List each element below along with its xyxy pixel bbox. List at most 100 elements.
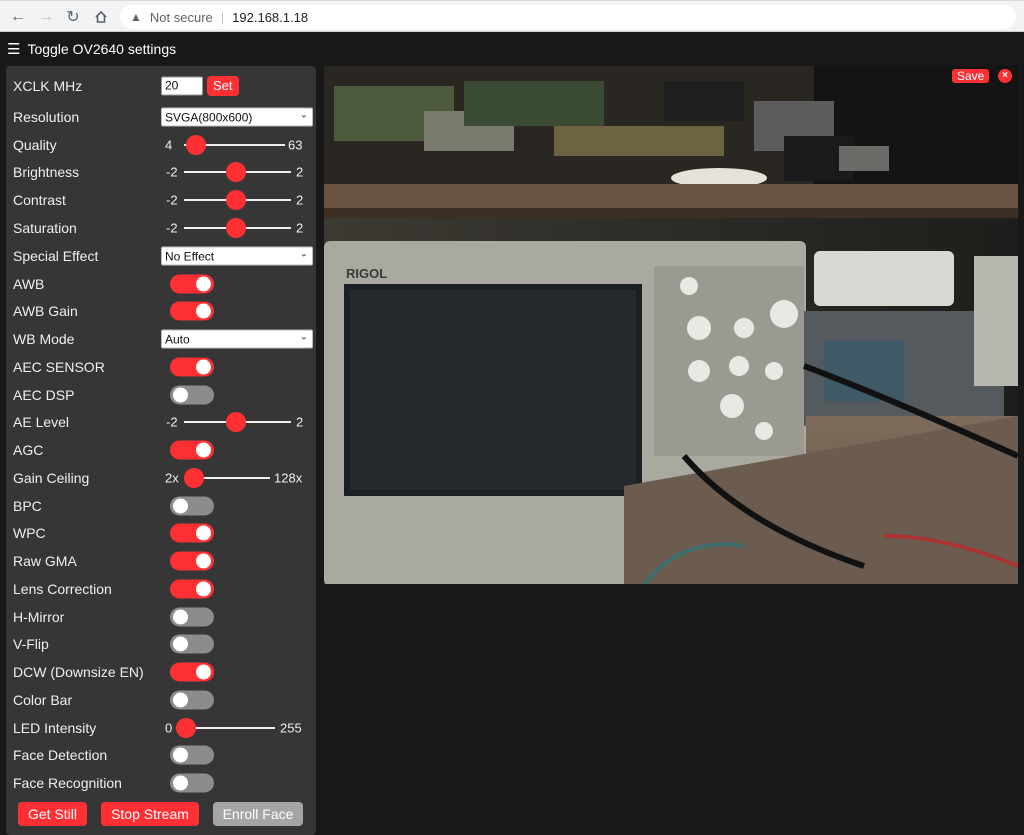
chevron-down-icon: ⌄: [299, 331, 308, 343]
save-button[interactable]: Save: [952, 69, 990, 83]
brightness-slider-thumb[interactable]: [226, 162, 246, 182]
xclk-label: XCLK MHz: [13, 78, 83, 94]
dcw-row: DCW (Downsize EN): [6, 658, 316, 686]
agc-row: AGC: [6, 436, 316, 464]
led-intensity-label: LED Intensity: [13, 720, 97, 736]
awb-gain-label: AWB Gain: [13, 303, 78, 319]
resolution-select[interactable]: SVGA(800x600) ⌄: [161, 107, 313, 127]
bpc-row: BPC: [6, 492, 316, 520]
v-flip-label: V-Flip: [13, 636, 49, 652]
quality-slider-thumb[interactable]: [186, 135, 206, 155]
gain-ceiling-slider-thumb[interactable]: [184, 468, 204, 488]
wpc-toggle[interactable]: [170, 523, 214, 543]
stop-stream-button[interactable]: Stop Stream: [101, 802, 199, 826]
toggle-knob: [173, 636, 188, 652]
brightness-min: -2: [166, 164, 178, 180]
face-recognition-row: Face Recognition: [6, 769, 316, 797]
aec-dsp-row: AEC DSP: [6, 381, 316, 409]
get-still-button[interactable]: Get Still: [18, 802, 87, 826]
toggle-knob: [173, 498, 188, 514]
dcw-toggle[interactable]: [170, 662, 214, 682]
toggle-knob: [196, 276, 211, 292]
home-icon[interactable]: [91, 7, 111, 27]
contrast-min: -2: [166, 192, 178, 208]
wb-mode-select[interactable]: Auto ⌄: [161, 329, 313, 349]
awb-toggle[interactable]: [170, 274, 214, 294]
aec-dsp-toggle[interactable]: [170, 385, 214, 405]
special-effect-value: No Effect: [165, 249, 215, 263]
color-bar-toggle[interactable]: [170, 690, 214, 710]
browser-toolbar: ← → ↻ ▲ Not secure | 192.168.1.18: [0, 0, 1024, 32]
toggle-knob: [196, 442, 211, 458]
brightness-row: Brightness -2 2: [6, 158, 316, 186]
ae-level-max: 2: [296, 414, 304, 430]
settings-sidebar: XCLK MHz 20 Set Resolution SVGA(800x600)…: [6, 66, 316, 835]
wpc-label: WPC: [13, 525, 46, 541]
toggle-settings-label[interactable]: Toggle OV2640 settings: [27, 41, 176, 57]
v-flip-toggle[interactable]: [170, 634, 214, 654]
back-icon[interactable]: ←: [8, 7, 28, 27]
led-intensity-slider-thumb[interactable]: [176, 718, 196, 738]
hamburger-icon[interactable]: ☰: [7, 40, 20, 58]
saturation-max: 2: [296, 220, 304, 236]
special-effect-row: Special Effect No Effect ⌄: [6, 242, 316, 270]
address-bar[interactable]: ▲ Not secure | 192.168.1.18: [120, 5, 1016, 29]
quality-row: Quality 4 63: [6, 131, 316, 159]
agc-toggle[interactable]: [170, 440, 214, 460]
ae-level-label: AE Level: [13, 414, 70, 430]
ae-level-slider-thumb[interactable]: [226, 412, 246, 432]
stream-image: RIGOL: [324, 66, 1018, 584]
toggle-knob: [173, 747, 188, 763]
wb-mode-label: WB Mode: [13, 331, 75, 347]
bpc-toggle[interactable]: [170, 496, 214, 516]
aec-sensor-label: AEC SENSOR: [13, 359, 105, 375]
h-mirror-toggle[interactable]: [170, 607, 214, 627]
dcw-label: DCW (Downsize EN): [13, 664, 144, 680]
close-icon[interactable]: ×: [998, 69, 1012, 83]
resolution-label: Resolution: [13, 109, 80, 125]
toggle-knob: [196, 581, 211, 597]
awb-gain-toggle[interactable]: [170, 301, 214, 321]
contrast-slider-thumb[interactable]: [226, 190, 246, 210]
xclk-row: XCLK MHz 20 Set: [6, 72, 316, 100]
security-label: Not secure: [149, 9, 213, 25]
bpc-label: BPC: [13, 498, 42, 514]
lens-correction-row: Lens Correction: [6, 575, 316, 603]
xclk-input[interactable]: 20: [161, 76, 203, 96]
gain-ceiling-min: 2x: [165, 470, 179, 486]
aec-sensor-toggle[interactable]: [170, 357, 214, 377]
toggle-knob: [173, 692, 188, 708]
face-recognition-label: Face Recognition: [13, 775, 122, 791]
camera-stream: RIGOL: [324, 66, 1018, 584]
ae-level-row: AE Level -2 2: [6, 408, 316, 436]
chevron-down-icon: ⌄: [299, 109, 308, 121]
gain-ceiling-max: 128x: [274, 470, 303, 486]
agc-label: AGC: [13, 442, 44, 458]
saturation-label: Saturation: [13, 220, 77, 236]
raw-gma-toggle[interactable]: [170, 551, 214, 571]
special-effect-label: Special Effect: [13, 248, 99, 264]
brightness-max: 2: [296, 164, 304, 180]
quality-min: 4: [165, 137, 173, 153]
enroll-face-button[interactable]: Enroll Face: [213, 802, 303, 826]
saturation-slider-thumb[interactable]: [226, 218, 246, 238]
saturation-row: Saturation -2 2: [6, 214, 316, 242]
gain-ceiling-label: Gain Ceiling: [13, 470, 90, 486]
special-effect-select[interactable]: No Effect ⌄: [161, 246, 313, 266]
app-header: ☰ Toggle OV2640 settings: [0, 32, 1024, 66]
scope-brand-label: RIGOL: [346, 266, 387, 281]
forward-icon[interactable]: →: [36, 7, 56, 27]
color-bar-label: Color Bar: [13, 692, 73, 708]
toggle-knob: [173, 387, 188, 403]
face-recognition-toggle[interactable]: [170, 773, 214, 793]
toggle-knob: [196, 525, 211, 541]
toggle-knob: [173, 775, 188, 791]
face-detection-toggle[interactable]: [170, 745, 214, 765]
aec-sensor-row: AEC SENSOR: [6, 353, 316, 381]
led-intensity-min: 0: [165, 720, 173, 736]
xclk-set-button[interactable]: Set: [207, 76, 239, 96]
awb-label: AWB: [13, 276, 45, 292]
color-bar-row: Color Bar: [6, 686, 316, 714]
reload-icon[interactable]: ↻: [63, 7, 83, 27]
lens-correction-toggle[interactable]: [170, 579, 214, 599]
